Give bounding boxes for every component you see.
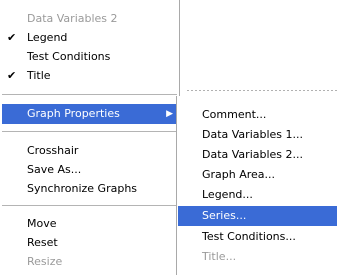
checkmark-icon: ✔ — [7, 31, 17, 44]
menu-item-save-as[interactable]: Save As... — [2, 160, 177, 180]
menu-item-test-conditions[interactable]: Test Conditions — [2, 47, 177, 67]
menu-item-title[interactable]: ✔ Title — [2, 66, 177, 86]
submenu-item-graph-area[interactable]: Graph Area... — [178, 165, 337, 185]
menu-item-label: Synchronize Graphs — [27, 182, 138, 195]
submenu-item-legend[interactable]: Legend... — [178, 185, 337, 205]
menu-item-synchronize-graphs[interactable]: Synchronize Graphs — [2, 179, 177, 199]
graph-properties-submenu: Comment... Data Variables 1... Data Vari… — [176, 96, 338, 275]
submenu-item-series[interactable]: Series... — [178, 206, 337, 226]
menu-item-label: Move — [27, 217, 57, 230]
checkmark-icon: ✔ — [7, 69, 17, 82]
submenu-item-test-conditions[interactable]: Test Conditions... — [178, 227, 337, 247]
menu-item-graph-properties[interactable]: Graph Properties ▶ — [2, 104, 177, 124]
submenu-item-label: Data Variables 1... — [202, 128, 304, 141]
submenu-item-label: Series... — [202, 209, 247, 222]
menu-separator — [2, 94, 177, 95]
menu-item-crosshair[interactable]: Crosshair — [2, 141, 177, 161]
submenu-item-label: Test Conditions... — [202, 230, 296, 243]
menu-item-label: Reset — [27, 236, 58, 249]
menu-item-label: Data Variables 2 — [27, 12, 118, 25]
menu-item-label: Title — [27, 69, 51, 82]
menu-item-label: Test Conditions — [27, 50, 111, 63]
submenu-item-title[interactable]: Title... — [178, 247, 337, 267]
submenu-item-label: Legend... — [202, 188, 253, 201]
menu-item-resize[interactable]: Resize — [2, 252, 177, 272]
menu-separator — [2, 131, 177, 132]
menu-item-label: Graph Properties — [27, 107, 120, 120]
submenu-item-label: Title... — [202, 250, 237, 263]
menu-item-label: Resize — [27, 255, 63, 268]
submenu-item-comment[interactable]: Comment... — [178, 105, 337, 125]
menu-item-reset[interactable]: Reset — [2, 233, 177, 253]
graph-dotted-line — [186, 90, 338, 91]
menu-item-data-variables-2[interactable]: Data Variables 2 — [2, 9, 177, 29]
submenu-item-data-variables-1[interactable]: Data Variables 1... — [178, 125, 337, 145]
submenu-arrow-icon: ▶ — [166, 109, 173, 119]
menu-item-label: Save As... — [27, 163, 82, 176]
submenu-item-label: Graph Area... — [202, 168, 276, 181]
menu-separator — [2, 205, 177, 206]
menu-item-label: Legend — [27, 31, 68, 44]
context-menu: Data Variables 2 ✔ Legend Test Condition… — [0, 0, 182, 275]
submenu-item-label: Comment... — [202, 108, 267, 121]
submenu-item-data-variables-2[interactable]: Data Variables 2... — [178, 145, 337, 165]
menu-item-move[interactable]: Move — [2, 214, 177, 234]
submenu-item-label: Data Variables 2... — [202, 148, 304, 161]
menu-item-legend[interactable]: ✔ Legend — [2, 28, 177, 48]
menu-item-label: Crosshair — [27, 144, 79, 157]
